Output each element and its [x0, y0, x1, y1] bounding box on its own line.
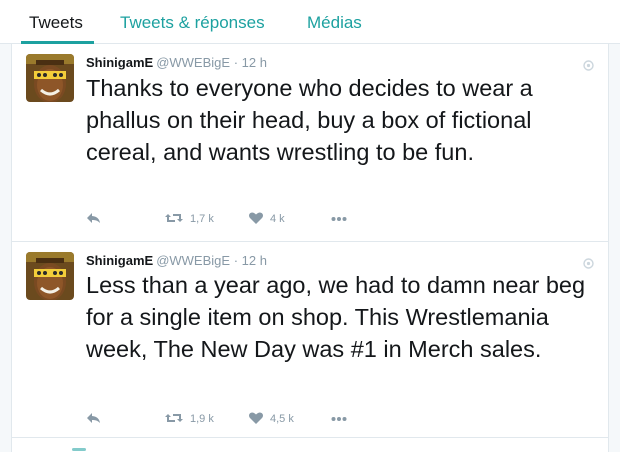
tweet-header: ShinigamE @WWEBigE · 12 h [86, 252, 267, 270]
like-button[interactable]: 4,5 k [248, 409, 294, 429]
tab-media[interactable]: Médias [307, 13, 362, 33]
reply-icon [86, 211, 102, 228]
retweet-count: 1,9 k [190, 413, 214, 425]
like-button[interactable]: 4 k [248, 209, 285, 229]
tab-tweets-and-replies[interactable]: Tweets & réponses [120, 13, 265, 33]
avatar[interactable] [26, 54, 74, 102]
caret-icon[interactable] [583, 58, 594, 71]
retweet-count: 1,7 k [190, 213, 214, 225]
author-handle[interactable]: @WWEBigE [156, 55, 230, 70]
next-tweet-partial [12, 438, 608, 452]
tweet-timestamp[interactable]: 12 h [242, 253, 267, 268]
like-count: 4 k [270, 213, 285, 225]
retweet-indicator [72, 448, 86, 451]
more-icon [331, 413, 347, 425]
tweet-actions: 1,7 k 4 k [86, 209, 386, 229]
reply-button[interactable] [86, 409, 102, 429]
more-button[interactable] [331, 409, 347, 429]
retweet-button[interactable]: 1,7 k [164, 209, 214, 229]
more-icon [331, 213, 347, 225]
tweet-timeline: ShinigamE @WWEBigE · 12 h Thanks to every… [11, 44, 609, 452]
tweet-text: Thanks to everyone who decides to wear a… [86, 75, 533, 165]
tab-tweets[interactable]: Tweets [29, 13, 83, 33]
author-handle[interactable]: @WWEBigE [156, 253, 230, 268]
tweet[interactable]: ShinigamE @WWEBigE · 12 h Thanks to every… [12, 44, 608, 242]
separator-dot: · [233, 253, 239, 268]
retweet-icon [164, 411, 184, 428]
tweet-timestamp[interactable]: 12 h [242, 55, 267, 70]
reply-button[interactable] [86, 209, 102, 229]
tweet-actions: 1,9 k 4,5 k [86, 409, 386, 429]
tweet[interactable]: ShinigamE @WWEBigE · 12 h Less than a yea… [12, 242, 608, 438]
tweet-header: ShinigamE @WWEBigE · 12 h [86, 54, 267, 72]
heart-icon [248, 411, 264, 428]
author-name[interactable]: ShinigamE [86, 55, 153, 70]
retweet-button[interactable]: 1,9 k [164, 409, 214, 429]
profile-tabs: Tweets Tweets & réponses Médias [0, 0, 620, 44]
author-name[interactable]: ShinigamE [86, 253, 153, 268]
tweet-text: Less than a year ago, we had to damn nea… [86, 272, 586, 362]
like-count: 4,5 k [270, 413, 294, 425]
retweet-icon [164, 211, 184, 228]
avatar[interactable] [26, 252, 74, 300]
more-button[interactable] [331, 209, 347, 229]
heart-icon [248, 211, 264, 228]
reply-icon [86, 411, 102, 428]
caret-icon[interactable] [583, 256, 594, 269]
separator-dot: · [233, 55, 239, 70]
